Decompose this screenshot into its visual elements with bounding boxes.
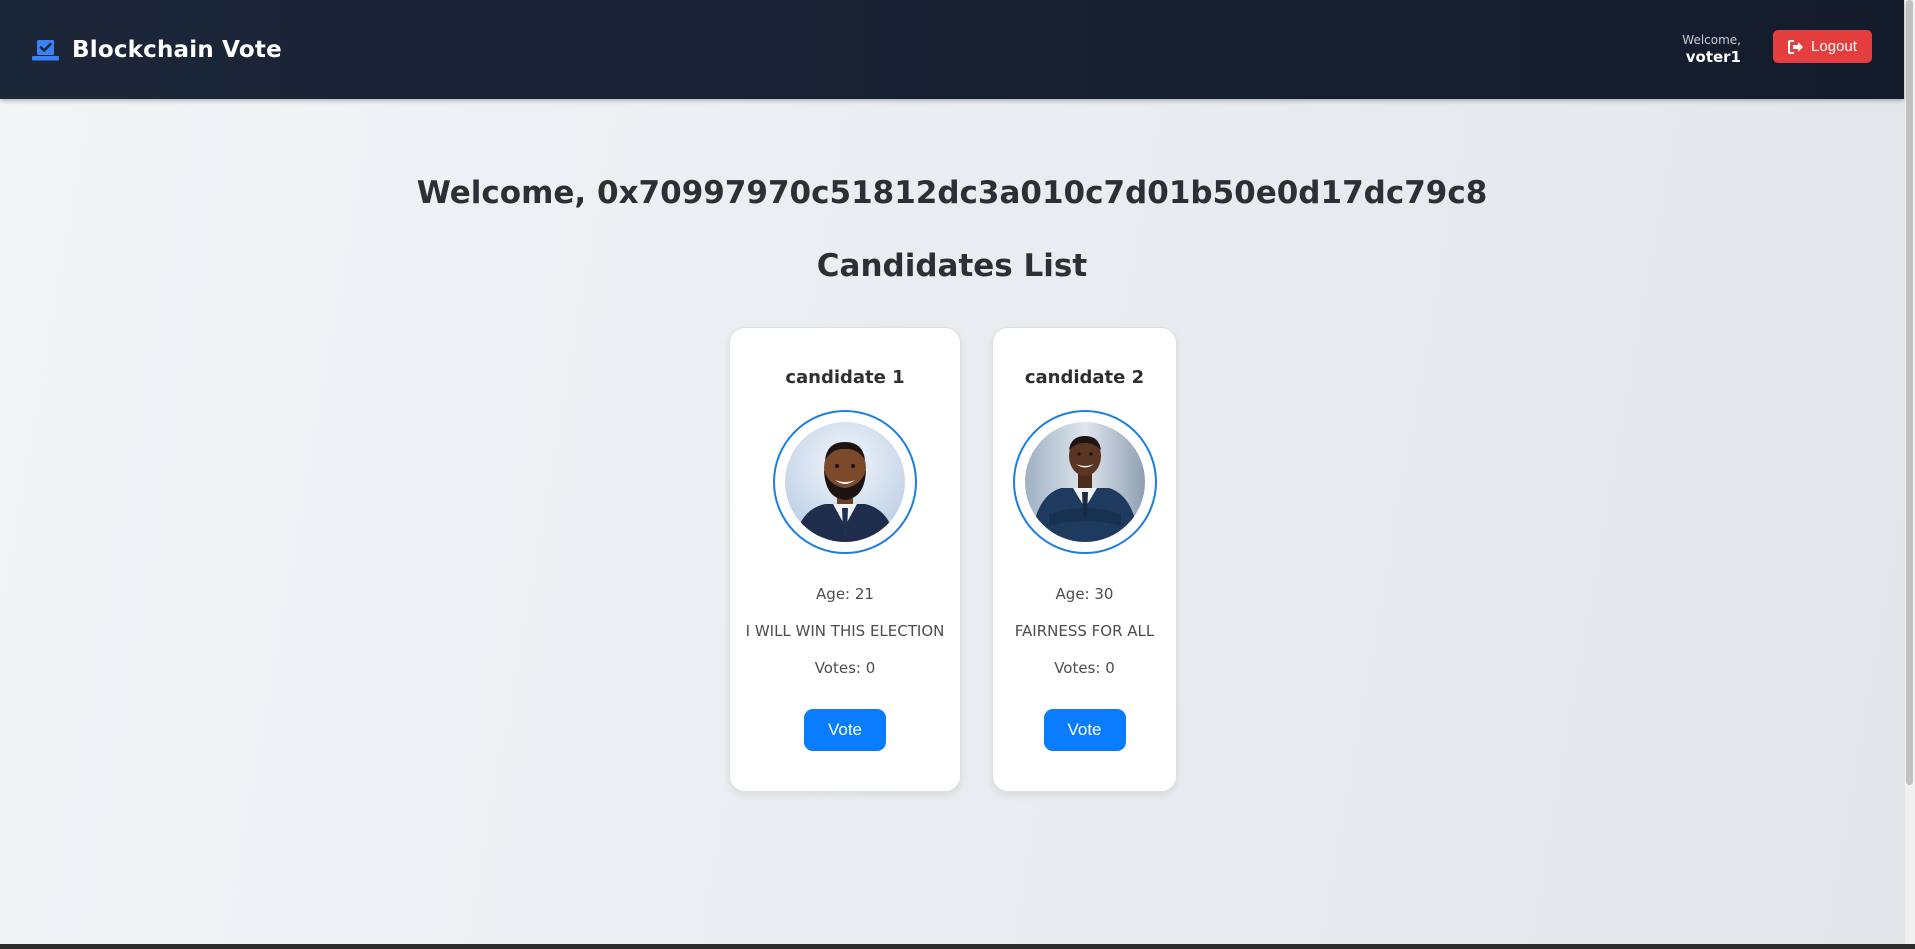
candidate-portrait [1024,422,1145,542]
vote-button[interactable]: Vote [1043,709,1126,751]
ballot-box-check-icon [32,39,59,60]
brand[interactable]: Blockchain Vote [31,37,282,63]
candidate-votes: Votes: 0 [1054,659,1115,677]
vote-button[interactable]: Vote [804,709,886,751]
candidate-votes: Votes: 0 [814,659,876,677]
main-content: Welcome, 0x70997970c51812dc3a010c7d01b50… [0,99,1904,944]
candidate-age: Age: 30 [1055,585,1114,603]
candidate-age: Age: 21 [816,585,874,603]
candidate-name: candidate 1 [785,367,905,388]
welcome-heading: Welcome, 0x70997970c51812dc3a010c7d01b50… [416,175,1488,211]
scrollbar-thumb[interactable] [1906,0,1913,785]
window-bottom-edge [0,944,1915,949]
candidate-photo [773,410,917,554]
candidate-card: candidate 2 Age: 30 FAIRNESS FOR ALL Vot… [992,327,1177,792]
candidate-card: candidate 1 Age: 21 I WILL WIN THIS ELEC… [729,327,961,792]
sign-out-icon [1788,39,1804,54]
navbar: Blockchain Vote Welcome, voter1 Logout [0,0,1904,99]
candidate-slogan: FAIRNESS FOR ALL [1014,622,1155,640]
user-greeting: Welcome, voter1 [1682,33,1741,67]
candidate-name: candidate 2 [1024,367,1145,388]
logout-button[interactable]: Logout [1773,30,1872,63]
logout-label: Logout [1811,38,1857,55]
username: voter1 [1685,47,1741,66]
candidate-photo [1012,410,1157,554]
page-scrollbar[interactable] [1904,0,1915,944]
candidates-list-title: Candidates List [816,248,1088,284]
app-title: Blockchain Vote [72,36,282,63]
welcome-label: Welcome, [1682,32,1741,47]
user-area: Welcome, voter1 Logout [1682,30,1872,67]
candidate-slogan: I WILL WIN THIS ELECTION [745,622,945,640]
candidate-portrait [785,422,905,542]
